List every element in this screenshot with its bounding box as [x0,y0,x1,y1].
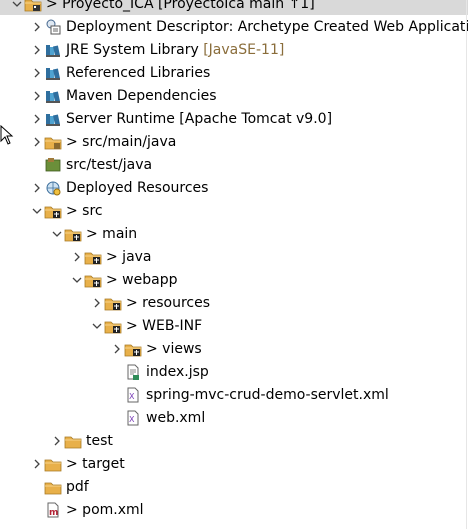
chevron-down-icon[interactable] [50,226,64,242]
chevron-right-icon[interactable] [30,42,44,58]
chevron-down-icon[interactable] [90,318,104,334]
folder-icon [44,202,62,220]
tree-row[interactable]: Maven Dependencies [0,85,468,107]
tree-row[interactable]: > src/main/java [0,131,468,153]
tree-row-label: > WEB-INF [126,318,203,334]
tree-row[interactable]: Xspring-mvc-crud-demo-servlet.xml [0,384,468,406]
tree-row[interactable]: Deployment Descriptor: Archetype Created… [0,16,468,38]
tree-row-label: > java [106,249,152,265]
chevron-right-icon[interactable] [30,134,44,150]
folder-icon [64,225,82,243]
library-icon [44,41,62,59]
tree-row[interactable]: pdf [0,476,468,498]
tree-row-label: spring-mvc-crud-demo-servlet.xml [146,387,389,403]
tree-row-label: test [86,433,113,449]
tree-row-label: Deployed Resources [66,180,209,196]
chevron-down-icon[interactable] [70,272,84,288]
tree-row[interactable]: > src [0,200,468,222]
test-source-folder-icon [44,156,62,174]
xml-file-icon: X [124,409,142,427]
chevron-right-icon[interactable] [70,249,84,265]
tree-row-label: > src [66,203,103,219]
tree-row-label: > src/main/java [66,134,177,150]
deployment-descriptor-icon [44,18,62,36]
library-icon [44,110,62,128]
chevron-right-icon[interactable] [110,341,124,357]
tree-row[interactable]: Server Runtime [Apache Tomcat v9.0] [0,108,468,130]
tree-row-label: index.jsp [146,364,209,380]
chevron-right-icon[interactable] [50,433,64,449]
plain-folder-icon [64,432,82,450]
tree-row[interactable]: Deployed Resources [0,177,468,199]
folder-icon [84,271,102,289]
plain-folder-icon [44,455,62,473]
chevron-right-icon[interactable] [30,180,44,196]
folder-icon [104,294,122,312]
mouse-pointer-icon [0,125,14,145]
tree-row[interactable]: > resources [0,292,468,314]
folder-icon [104,317,122,335]
tree-row[interactable]: > java [0,246,468,268]
tree-row[interactable]: src/test/java [0,154,468,176]
svg-text:X: X [129,392,135,401]
tree-row[interactable]: > main [0,223,468,245]
tree-row-label: > webapp [106,272,178,288]
tree-row[interactable]: test [0,430,468,452]
project-icon [24,0,42,13]
chevron-right-icon[interactable] [90,295,104,311]
tree-row[interactable]: > webapp [0,269,468,291]
tree-row-label: JRE System Library [JavaSE-11] [66,42,285,58]
tree-row[interactable]: index.jsp [0,361,468,383]
library-icon [44,87,62,105]
tree-row-label: Maven Dependencies [66,88,217,104]
svg-text:m: m [49,508,58,518]
tree-row[interactable]: > Proyecto_ICA [ProyectoIca main ↑1] [0,0,468,15]
view-border [466,0,467,529]
tree-row[interactable]: m > pom.xml [0,499,468,521]
library-icon [44,64,62,82]
tree-row[interactable]: > target [0,453,468,475]
tree-row[interactable]: Referenced Libraries [0,62,468,84]
tree-row-label: > main [86,226,138,242]
deployed-resources-icon [44,179,62,197]
chevron-right-icon[interactable] [30,19,44,35]
chevron-right-icon[interactable] [30,111,44,127]
folder-icon [124,340,142,358]
tree-row-label: web.xml [146,410,206,426]
tree-row[interactable]: > views [0,338,468,360]
chevron-down-icon[interactable] [30,203,44,219]
jsp-file-icon [124,363,142,381]
tree-row[interactable]: Xweb.xml [0,407,468,429]
folder-icon [84,248,102,266]
tree-row[interactable]: JRE System Library [JavaSE-11] [0,39,468,61]
chevron-right-icon[interactable] [30,65,44,81]
tree-row-label: > resources [126,295,211,311]
tree-row-label: > pom.xml [66,502,144,518]
tree-row-label: pdf [66,479,89,495]
project-explorer-tree: > Proyecto_ICA [ProyectoIca main ↑1] Depl… [0,0,468,529]
tree-row-label: Referenced Libraries [66,65,211,81]
tree-row-label: Deployment Descriptor: Archetype Created… [66,19,468,35]
chevron-right-icon[interactable] [30,88,44,104]
tree-row-decoration: [JavaSE-11] [203,42,285,58]
svg-text:X: X [129,415,135,424]
tree-row-label: > target [66,456,125,472]
chevron-down-icon[interactable] [10,0,24,12]
tree-row-label: Server Runtime [Apache Tomcat v9.0] [66,111,333,127]
tree-row[interactable]: > WEB-INF [0,315,468,337]
tree-row-label: src/test/java [66,157,153,173]
tree-row-label: > views [146,341,202,357]
xml-file-icon: X [124,386,142,404]
source-folder-icon [44,133,62,151]
plain-folder-icon [44,478,62,496]
chevron-right-icon[interactable] [30,456,44,472]
pom-file-icon: m [44,501,62,519]
tree-row-label: > Proyecto_ICA [ProyectoIca main ↑1] [46,0,315,12]
